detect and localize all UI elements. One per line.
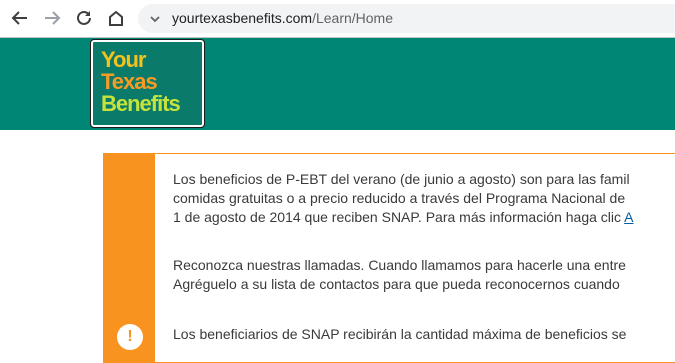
alert-paragraph-pebt: Los beneficios de P-EBT del verano (de j… <box>173 170 633 227</box>
alert-text-line: Reconozca nuestras llamadas. Cuando llam… <box>173 257 626 273</box>
url-text[interactable]: yourtexasbenefits.com/Learn/Home <box>172 10 393 27</box>
alert-exclamation-icon: ! <box>117 324 143 350</box>
alert-stripe: ! <box>104 154 155 362</box>
logo-word-your: Your <box>101 47 146 72</box>
alert-text-line: 1 de agosto de 2014 que reciben SNAP. Pa… <box>173 208 633 227</box>
forward-arrow-icon[interactable] <box>40 6 64 30</box>
your-texas-benefits-logo[interactable]: Your Texas Benefits <box>90 39 205 128</box>
alert-text-line: Agréguelo a su lista de contactos para q… <box>173 276 620 292</box>
address-bar[interactable]: yourtexasbenefits.com/Learn/Home <box>138 4 675 33</box>
back-arrow-icon[interactable] <box>8 6 32 30</box>
alert-text-line: Los beneficiarios de SNAP recibirán la c… <box>173 326 627 342</box>
logo-word-benefits: Benefits <box>101 91 181 116</box>
alert-text-line: comidas gratuitas o a precio reducido a … <box>173 190 626 206</box>
reload-icon[interactable] <box>72 6 96 30</box>
browser-toolbar: yourtexasbenefits.com/Learn/Home <box>0 0 675 37</box>
alert-link[interactable]: A <box>624 209 633 225</box>
url-path: /Learn/Home <box>312 10 394 26</box>
logo-word-texas: Texas <box>101 69 158 94</box>
alert-text: 1 de agosto de 2014 que reciben SNAP. Pa… <box>173 209 625 225</box>
home-icon[interactable] <box>104 6 128 30</box>
site-info-chevron-icon[interactable] <box>146 10 164 28</box>
alert-paragraph-snap: Los beneficiarios de SNAP recibirán la c… <box>173 325 626 344</box>
url-host: yourtexasbenefits.com <box>172 10 313 26</box>
alert-text-line: Los beneficios de P-EBT del verano (de j… <box>173 171 630 187</box>
site-header: Your Texas Benefits <box>0 37 675 130</box>
alert-banner: ! Los beneficios de P-EBT del verano (de… <box>103 153 675 363</box>
alert-paragraph-calls: Reconozca nuestras llamadas. Cuando llam… <box>173 256 626 294</box>
